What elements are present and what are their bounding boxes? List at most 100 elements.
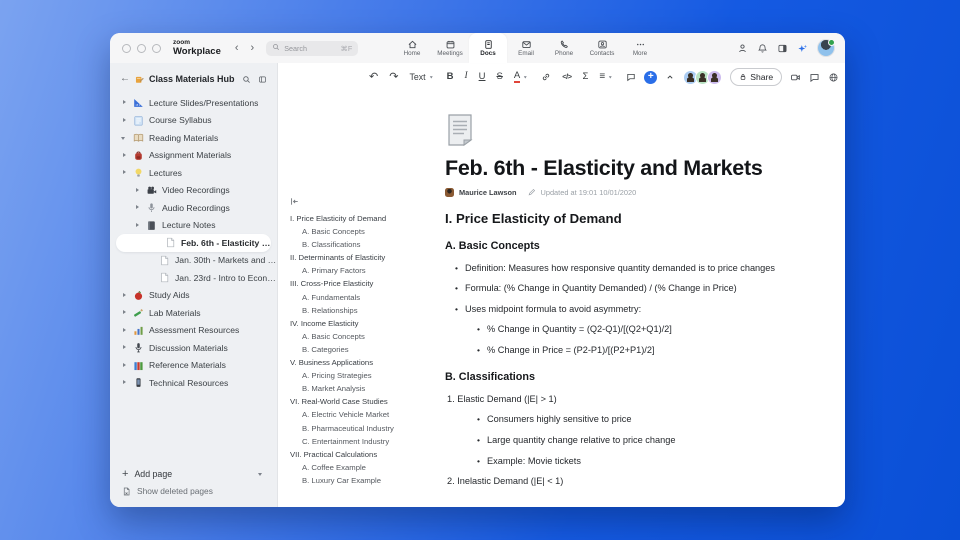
sidebar-item-selected[interactable]: Feb. 6th - Elasticity and M...: [116, 234, 271, 252]
outline-item[interactable]: A. Pricing Strategies: [290, 371, 440, 384]
outline-item[interactable]: III. Cross-Price Elasticity: [290, 279, 440, 292]
tab-docs[interactable]: Docs: [469, 33, 507, 63]
ai-companion-icon[interactable]: [797, 43, 808, 54]
sidebar-back-icon[interactable]: ←: [120, 74, 130, 84]
outline-item[interactable]: A. Fundamentals: [290, 293, 440, 306]
chevron-right-icon[interactable]: [120, 291, 128, 299]
document-editor[interactable]: I. Price Elasticity of Demand A. Basic Co…: [278, 91, 845, 507]
show-deleted-pages-button[interactable]: Show deleted pages: [122, 483, 265, 499]
chevron-right-icon[interactable]: [133, 204, 141, 212]
chevron-right-icon[interactable]: [133, 186, 141, 194]
chat-bubble-icon[interactable]: [809, 72, 820, 83]
outline-item[interactable]: V. Business Applications: [290, 358, 440, 371]
chevron-right-icon[interactable]: [120, 309, 128, 317]
sidebar-item[interactable]: Discussion Materials: [110, 339, 277, 357]
chevron-right-icon[interactable]: [120, 99, 128, 107]
toolbar-comment-button[interactable]: [623, 70, 639, 84]
forward-button[interactable]: ›: [251, 42, 255, 54]
video-camera-icon[interactable]: [790, 72, 801, 83]
notifications-bell-icon[interactable]: [757, 43, 768, 54]
sidebar-item[interactable]: Assignment Materials: [110, 147, 277, 165]
chevron-right-icon[interactable]: [120, 379, 128, 387]
toolbar-undo-button[interactable]: ↶: [366, 70, 381, 85]
profile-icon[interactable]: [737, 43, 748, 54]
outline-item[interactable]: A. Basic Concepts: [290, 332, 440, 345]
toolbar-insert-button[interactable]: +: [644, 70, 658, 84]
chevron-right-icon[interactable]: [120, 169, 128, 177]
outline-item[interactable]: C. Entertainment Industry: [290, 437, 440, 450]
toolbar-bold-button[interactable]: B: [444, 70, 457, 84]
chevron-down-icon[interactable]: [257, 470, 265, 478]
back-button[interactable]: ‹: [235, 42, 239, 54]
sidebar-search-icon[interactable]: [242, 75, 251, 84]
side-panel-icon[interactable]: [777, 43, 788, 54]
user-avatar[interactable]: [817, 39, 835, 57]
outline-item[interactable]: II. Determinants of Elasticity: [290, 253, 440, 266]
outline-item[interactable]: VII. Practical Calculations: [290, 450, 440, 463]
sidebar-item[interactable]: Reference Materials: [110, 357, 277, 375]
minimize-window-button[interactable]: [137, 43, 146, 53]
toolbar-collapse-button[interactable]: [662, 70, 678, 84]
sidebar-item[interactable]: Jan. 30th - Markets and P...: [110, 252, 277, 270]
outline-item[interactable]: A. Coffee Example: [290, 463, 440, 476]
tab-home[interactable]: Home: [393, 33, 431, 63]
outline-item[interactable]: B. Market Analysis: [290, 384, 440, 397]
tab-meetings[interactable]: Meetings: [431, 33, 469, 63]
outline-item[interactable]: IV. Income Elasticity: [290, 319, 440, 332]
sidebar-item[interactable]: Technical Resources: [110, 374, 277, 392]
outline-item[interactable]: A. Primary Factors: [290, 266, 440, 279]
bold-glyph: B: [446, 71, 454, 83]
globe-icon[interactable]: [828, 72, 839, 83]
global-search-input[interactable]: Search ⌘F: [266, 40, 359, 56]
outline-item[interactable]: VI. Real-World Case Studies: [290, 397, 440, 410]
collapse-sidebar-icon[interactable]: [258, 75, 267, 84]
sidebar-item[interactable]: Reading Materials: [110, 129, 277, 147]
collaborator-avatar[interactable]: [707, 69, 723, 85]
sidebar-item[interactable]: Study Aids: [110, 287, 277, 305]
toolbar-underline-button[interactable]: U: [476, 70, 489, 84]
sidebar-item[interactable]: Jan. 23rd - Intro to Econo...: [110, 269, 277, 287]
outline-item[interactable]: B. Classifications: [290, 240, 440, 253]
maximize-window-button[interactable]: [152, 43, 161, 53]
add-page-button[interactable]: + Add page: [122, 465, 265, 483]
close-window-button[interactable]: [122, 43, 131, 53]
sidebar-item[interactable]: Lecture Slides/Presentations: [110, 94, 277, 112]
outline-item[interactable]: B. Relationships: [290, 306, 440, 319]
outline-item[interactable]: A. Basic Concepts: [290, 227, 440, 240]
share-button[interactable]: Share: [730, 68, 783, 86]
sidebar-item[interactable]: Assessment Resources: [110, 322, 277, 340]
toolbar-formula-button[interactable]: Σ: [580, 70, 592, 84]
chevron-right-icon[interactable]: [120, 116, 128, 124]
tab-more[interactable]: More: [621, 33, 659, 63]
outline-item[interactable]: B. Categories: [290, 345, 440, 358]
tab-contacts[interactable]: Contacts: [583, 33, 621, 63]
toolbar-text-style-button[interactable]: Text: [406, 71, 438, 84]
toolbar-code-button[interactable]: </>: [559, 71, 574, 83]
sidebar-item[interactable]: Lecture Notes: [110, 217, 277, 235]
outline-item[interactable]: I. Price Elasticity of Demand: [290, 214, 440, 227]
tab-phone[interactable]: Phone: [545, 33, 583, 63]
outline-item[interactable]: B. Luxury Car Example: [290, 476, 440, 489]
outline-item[interactable]: A. Electric Vehicle Market: [290, 410, 440, 423]
chevron-down-icon[interactable]: [120, 134, 128, 142]
toolbar-align-button[interactable]: ≡: [596, 70, 618, 84]
sidebar-item[interactable]: Video Recordings: [110, 182, 277, 200]
toolbar-italic-button[interactable]: I: [461, 70, 470, 84]
chevron-right-icon[interactable]: [133, 221, 141, 229]
sidebar-item[interactable]: Audio Recordings: [110, 199, 277, 217]
sidebar-item[interactable]: Course Syllabus: [110, 112, 277, 130]
tab-email[interactable]: Email: [507, 33, 545, 63]
sidebar-item[interactable]: Lab Materials: [110, 304, 277, 322]
chevron-right-icon[interactable]: [120, 361, 128, 369]
sidebar-item[interactable]: Lectures: [110, 164, 277, 182]
chevron-right-icon[interactable]: [120, 151, 128, 159]
bullet-dot: •: [477, 455, 480, 466]
chevron-right-icon[interactable]: [120, 326, 128, 334]
outline-item[interactable]: B. Pharmaceutical Industry: [290, 424, 440, 437]
collapse-outline-icon[interactable]: [290, 197, 440, 206]
toolbar-text-color-button[interactable]: A: [511, 69, 533, 85]
chevron-right-icon[interactable]: [120, 344, 128, 352]
toolbar-redo-button[interactable]: ↷: [386, 70, 401, 85]
toolbar-strikethrough-button[interactable]: S: [494, 70, 506, 84]
toolbar-link-button[interactable]: [538, 70, 554, 84]
